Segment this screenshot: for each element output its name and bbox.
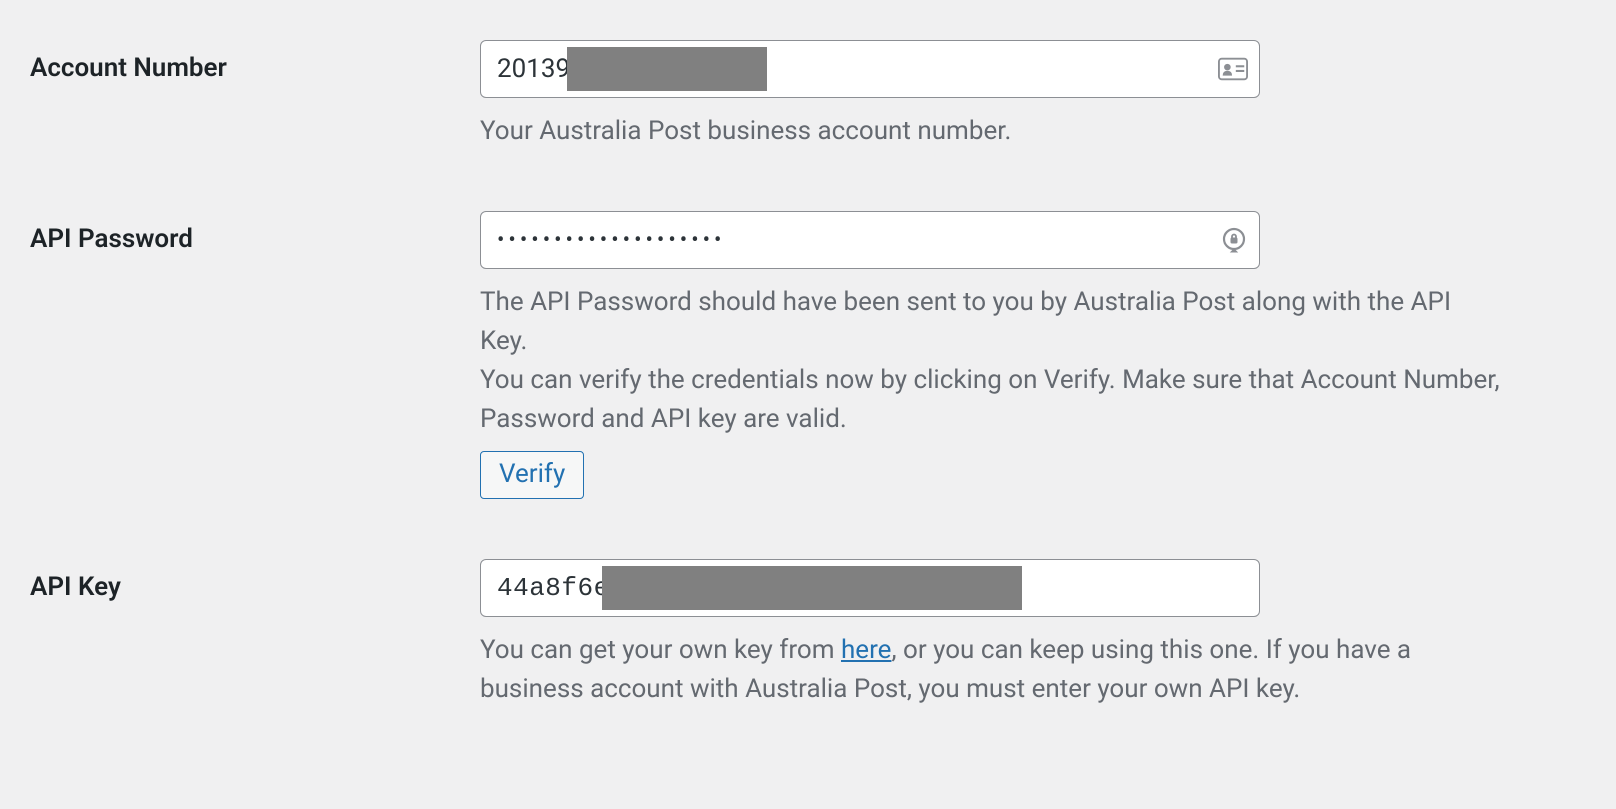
api-key-label: API Key xyxy=(30,559,480,605)
api-key-input-wrap xyxy=(480,559,1260,617)
api-key-help: You can get your own key from here, or y… xyxy=(480,631,1500,709)
account-number-help: Your Australia Post business account num… xyxy=(480,112,1500,151)
account-number-label: Account Number xyxy=(30,40,480,86)
api-password-help: The API Password should have been sent t… xyxy=(480,283,1500,499)
api-key-redaction xyxy=(602,566,1022,610)
password-lock-icon xyxy=(1220,226,1248,254)
account-number-input-wrap xyxy=(480,40,1260,98)
api-password-help-line2: You can verify the credentials now by cl… xyxy=(480,361,1500,499)
api-password-field: The API Password should have been sent t… xyxy=(480,211,1500,499)
api-password-input[interactable] xyxy=(480,211,1260,269)
api-password-help-line1: The API Password should have been sent t… xyxy=(480,283,1500,361)
api-key-row: API Key You can get your own key from he… xyxy=(30,559,1586,709)
account-number-row: Account Number Your Australia Post busin… xyxy=(30,40,1586,151)
api-password-row: API Password The API Password should hav… xyxy=(30,211,1586,499)
account-number-redaction xyxy=(567,47,767,91)
api-password-verify-text: You can verify the credentials now by cl… xyxy=(480,361,1500,439)
api-key-help-pre: You can get your own key from xyxy=(480,635,841,665)
api-password-input-wrap xyxy=(480,211,1260,269)
verify-button[interactable]: Verify xyxy=(480,451,584,499)
account-number-field: Your Australia Post business account num… xyxy=(480,40,1500,151)
api-password-label: API Password xyxy=(30,211,480,257)
api-key-here-link[interactable]: here xyxy=(841,635,891,665)
api-key-field: You can get your own key from here, or y… xyxy=(480,559,1500,709)
id-card-icon xyxy=(1218,57,1248,81)
